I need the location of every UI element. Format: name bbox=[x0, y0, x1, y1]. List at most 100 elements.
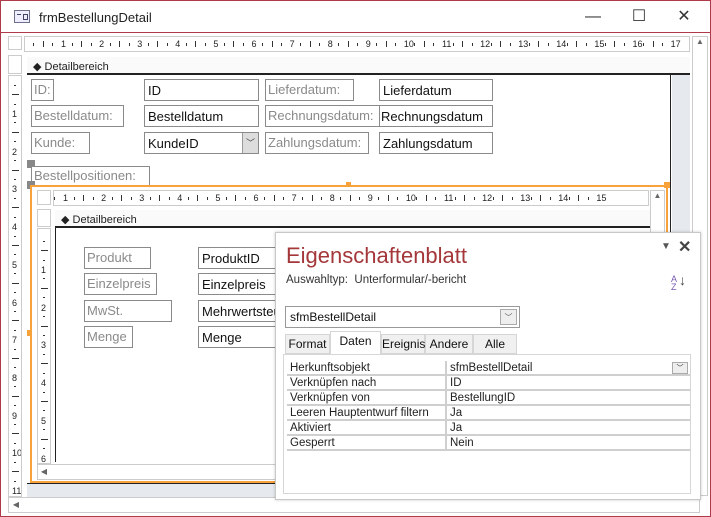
chevron-down-icon[interactable]: ﹀ bbox=[242, 133, 258, 153]
ruler-tick bbox=[652, 41, 654, 47]
ruler-label: 3 bbox=[41, 340, 47, 351]
ruler-tick bbox=[14, 442, 16, 444]
ruler-label: 8 bbox=[327, 39, 333, 49]
ruler-tick bbox=[206, 197, 208, 200]
ruler-tick bbox=[157, 41, 159, 47]
scroll-left-icon[interactable]: ◀ bbox=[9, 498, 23, 512]
chevron-down-icon[interactable]: ﹀ bbox=[500, 309, 517, 325]
label-produkt[interactable]: Produkt bbox=[84, 247, 151, 269]
ruler-tick bbox=[357, 43, 359, 46]
field-id[interactable]: ID bbox=[144, 79, 259, 101]
scroll-up-icon[interactable]: ▲ bbox=[693, 37, 707, 46]
resize-handle[interactable] bbox=[346, 182, 351, 187]
minimize-button[interactable]: — bbox=[573, 5, 613, 29]
label-zahlungsdatum[interactable]: Zahlungsdatum: bbox=[265, 132, 369, 154]
tab-format[interactable]: Format bbox=[285, 334, 330, 354]
ruler-tick bbox=[14, 273, 16, 275]
property-row[interactable]: Verknüpfen von BestellungID bbox=[287, 391, 690, 406]
vertical-ruler[interactable]: 1 2 3 4 5 6 7 8 9 10 11 bbox=[8, 75, 22, 497]
ruler-tick bbox=[41, 250, 48, 252]
ruler-corner[interactable] bbox=[8, 36, 22, 50]
close-button[interactable]: ✕ bbox=[664, 5, 704, 29]
ruler-tick bbox=[540, 195, 542, 201]
field-zahlungsdatum[interactable]: Zahlungsdatum bbox=[379, 132, 493, 154]
ruler-tick bbox=[376, 43, 378, 46]
label-einzelpreis[interactable]: Einzelpreis bbox=[84, 273, 157, 295]
ruler-tick bbox=[359, 197, 361, 200]
chevron-down-icon[interactable]: ﹀ bbox=[672, 362, 688, 374]
ruler-label: 12 bbox=[482, 193, 493, 203]
tab-andere[interactable]: Andere bbox=[425, 334, 473, 354]
ruler-tick bbox=[166, 43, 168, 46]
label-bestellpositionen[interactable]: Bestellpositionen: bbox=[31, 166, 150, 186]
subform-detail-section-header[interactable]: ◆ Detailbereich bbox=[55, 210, 650, 228]
property-value[interactable]: ID bbox=[450, 377, 462, 389]
window-title: frmBestellungDetail bbox=[39, 10, 152, 25]
property-grid-panel: Herkunftsobjekt sfmBestellDetail ﹀ Verknüpf… bbox=[283, 354, 691, 494]
label-bestelldatum[interactable]: Bestelldatum: bbox=[31, 105, 124, 127]
ruler-tick bbox=[42, 41, 44, 47]
resize-handle[interactable] bbox=[27, 330, 32, 336]
scroll-up-icon[interactable]: ▲ bbox=[651, 191, 664, 200]
ruler-tick bbox=[111, 197, 113, 200]
label-kunde[interactable]: Kunde: bbox=[31, 132, 90, 154]
ruler-tick bbox=[43, 410, 45, 412]
close-icon[interactable]: ✕ bbox=[678, 237, 691, 257]
property-row[interactable]: Leeren Hauptentwurf filtern Ja bbox=[287, 406, 690, 421]
ruler-tick bbox=[262, 43, 264, 46]
section-selector[interactable] bbox=[8, 55, 22, 74]
detail-section-header[interactable]: ◆ Detailbereich bbox=[27, 57, 690, 75]
ruler-tick bbox=[530, 197, 532, 200]
ruler-label: 7 bbox=[289, 39, 295, 49]
property-value[interactable]: BestellungID bbox=[450, 392, 515, 404]
ruler-tick bbox=[83, 195, 85, 201]
sort-az-icon[interactable]: A Z ↓ bbox=[671, 273, 686, 292]
horizontal-ruler[interactable]: 1 2 3 4 5 6 7 8 9 10 11 12 13 14 15 16 17 bbox=[24, 36, 690, 52]
property-value[interactable]: Nein bbox=[450, 437, 474, 449]
field-rechnungsdatum[interactable]: Rechnungsdatum bbox=[379, 105, 493, 127]
property-row[interactable]: Verknüpfen nach ID bbox=[287, 376, 690, 391]
ruler-tick bbox=[462, 41, 464, 47]
ruler-label: 2 bbox=[101, 193, 107, 203]
property-value[interactable]: sfmBestellDetail bbox=[450, 362, 532, 374]
label-menge[interactable]: Menge bbox=[84, 326, 133, 348]
ruler-tick bbox=[54, 197, 56, 200]
property-value[interactable]: Ja bbox=[450, 422, 462, 434]
property-row[interactable]: Aktiviert Ja bbox=[287, 421, 690, 436]
ruler-tick bbox=[302, 197, 304, 200]
property-sheet-title: Eigenschaftenblatt bbox=[286, 243, 468, 268]
dropdown-icon[interactable]: ▼ bbox=[661, 241, 671, 252]
label-id[interactable]: ID: bbox=[31, 79, 54, 101]
subform-section-selector[interactable] bbox=[37, 209, 51, 227]
title-bar: frmBestellungDetail — ☐ ✕ bbox=[1, 1, 710, 33]
ruler-tick bbox=[454, 197, 456, 200]
combo-kunde[interactable]: KundeID ﹀ bbox=[144, 132, 259, 154]
subform-vertical-ruler[interactable]: 1 2 3 4 5 6 bbox=[37, 228, 51, 464]
property-row[interactable]: Gesperrt Nein bbox=[287, 436, 690, 451]
object-selector-value: sfmBestellDetail bbox=[290, 310, 377, 324]
field-lieferdatum[interactable]: Lieferdatum bbox=[379, 79, 493, 101]
label-rechnungsdatum[interactable]: Rechnungsdatum: bbox=[265, 105, 380, 127]
ruler-tick bbox=[159, 195, 161, 201]
tab-ereignis[interactable]: Ereignis bbox=[381, 334, 425, 354]
subform-horizontal-ruler[interactable]: 1 2 3 4 5 6 7 8 9 10 11 12 13 14 15 bbox=[53, 190, 649, 206]
label-lieferdatum[interactable]: Lieferdatum: bbox=[265, 79, 354, 101]
scroll-left-icon[interactable]: ◀ bbox=[38, 465, 50, 479]
tab-alle[interactable]: Alle bbox=[473, 334, 517, 354]
maximize-button[interactable]: ☐ bbox=[619, 5, 659, 29]
label-mwst[interactable]: MwSt. bbox=[84, 300, 172, 322]
resize-handle[interactable] bbox=[664, 182, 670, 188]
ruler-label: 4 bbox=[177, 193, 183, 203]
ruler-label: 15 bbox=[596, 193, 607, 203]
ruler-tick bbox=[416, 197, 418, 200]
ruler-tick bbox=[500, 41, 502, 47]
property-row[interactable]: Herkunftsobjekt sfmBestellDetail ﹀ bbox=[287, 361, 690, 376]
field-bestelldatum[interactable]: Bestelldatum bbox=[144, 105, 259, 127]
tab-daten[interactable]: Daten bbox=[330, 331, 381, 354]
ruler-label: 2 bbox=[12, 146, 18, 157]
subform-ruler-corner[interactable] bbox=[37, 190, 51, 205]
property-value[interactable]: Ja bbox=[450, 407, 462, 419]
ruler-tick bbox=[41, 363, 48, 365]
object-selector[interactable]: sfmBestellDetail ﹀ bbox=[285, 306, 520, 328]
ruler-tick bbox=[14, 424, 16, 426]
